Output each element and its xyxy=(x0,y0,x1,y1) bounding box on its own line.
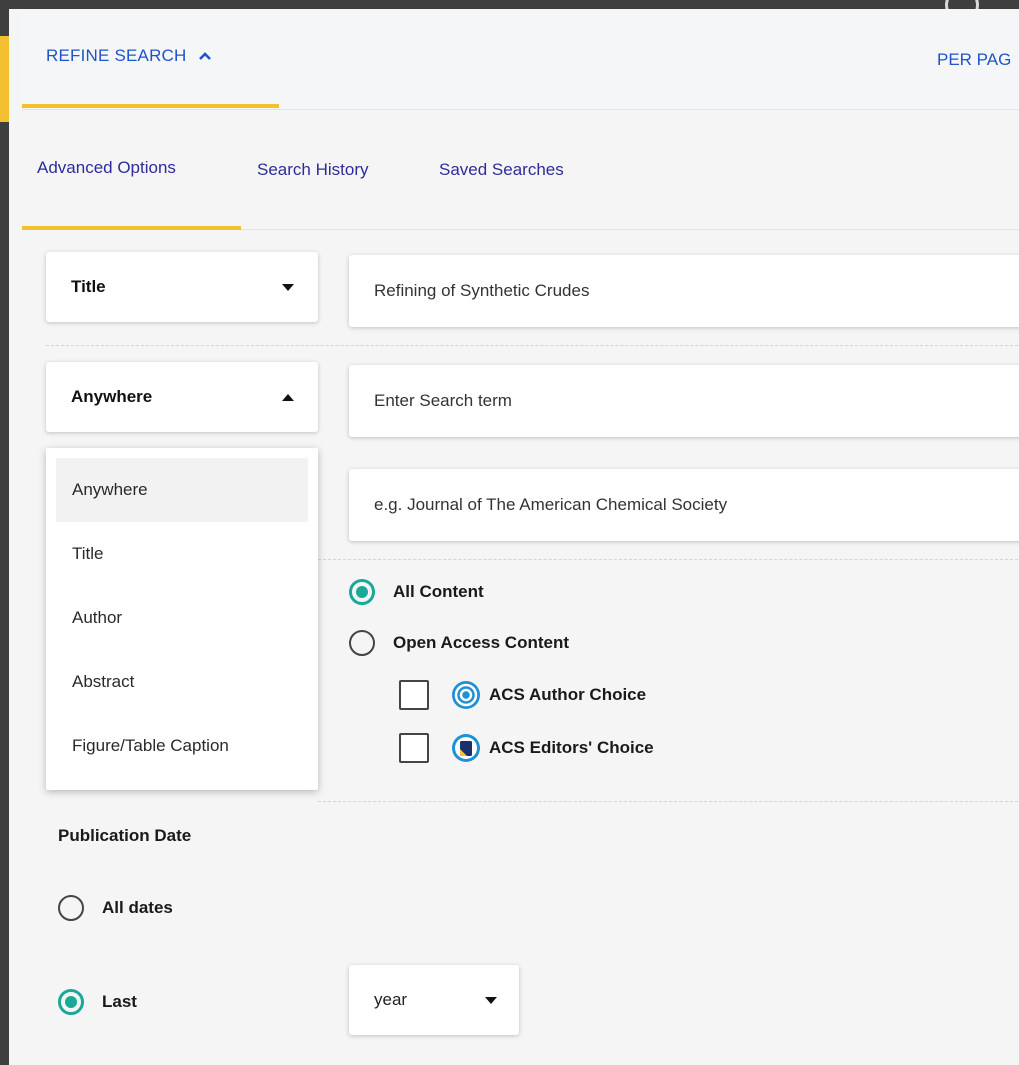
radio-all-content-label: All Content xyxy=(393,582,484,601)
field-select-row2[interactable]: Anywhere xyxy=(46,362,318,432)
left-page-gutter xyxy=(0,0,9,1065)
search-term-input-row1[interactable]: Refining of Synthetic Crudes xyxy=(349,255,1019,327)
refine-search-label: REFINE SEARCH xyxy=(46,45,187,65)
refine-header: REFINE SEARCH PER PAG xyxy=(22,9,1019,110)
journal-input[interactable]: e.g. Journal of The American Chemical So… xyxy=(349,469,1019,541)
radio-last-label: Last xyxy=(102,992,137,1011)
radio-open-access[interactable]: Open Access Content xyxy=(349,630,569,656)
field-select-row1-value: Title xyxy=(71,277,106,296)
row-divider xyxy=(318,801,1019,802)
period-unit-value: year xyxy=(374,990,408,1009)
period-unit-select[interactable]: year xyxy=(349,965,519,1035)
row-divider xyxy=(46,345,1019,346)
radio-open-access-label: Open Access Content xyxy=(393,633,570,652)
tab-advanced-options[interactable]: Advanced Options xyxy=(22,110,241,230)
author-choice-label: ACS Author Choice xyxy=(489,685,647,704)
radio-all-dates-label: All dates xyxy=(102,898,173,917)
field-select-row1[interactable]: Title xyxy=(46,252,318,322)
field-select-row2-value: Anywhere xyxy=(71,387,153,406)
dropdown-option-figure-caption[interactable]: Figure/Table Caption xyxy=(56,714,308,778)
caret-down-icon xyxy=(485,996,497,1004)
radio-all-dates-unselected[interactable] xyxy=(58,895,84,921)
refine-search-toggle[interactable]: REFINE SEARCH xyxy=(22,7,279,108)
dropdown-option-author[interactable]: Author xyxy=(56,586,308,650)
radio-last[interactable]: Last xyxy=(58,989,137,1015)
publication-date-title: Publication Date xyxy=(58,826,192,845)
checkbox-author-choice-row[interactable]: ACS Author Choice xyxy=(399,680,646,710)
radio-last-selected[interactable] xyxy=(58,989,84,1015)
per-page-link[interactable]: PER PAG xyxy=(937,9,1011,110)
acs-editors-choice-icon xyxy=(452,734,480,762)
radio-open-access-unselected[interactable] xyxy=(349,630,375,656)
search-tabs: Advanced Options Search History Saved Se… xyxy=(22,110,1019,230)
checkbox-editors-choice-row[interactable]: ACS Editors' Choice xyxy=(399,733,654,763)
dropdown-option-title[interactable]: Title xyxy=(56,522,308,586)
tab-saved-searches[interactable]: Saved Searches xyxy=(439,110,564,230)
editors-choice-label: ACS Editors' Choice xyxy=(489,738,654,757)
field-dropdown-menu: Anywhere Title Author Abstract Figure/Ta… xyxy=(46,448,318,790)
chevron-up-icon xyxy=(198,51,211,60)
row-divider xyxy=(318,559,1019,560)
caret-down-icon xyxy=(282,283,294,291)
search-term-input-row2[interactable]: Enter Search term xyxy=(349,365,1019,437)
refine-search-panel: REFINE SEARCH PER PAG Advanced Options S… xyxy=(9,9,1019,1065)
checkbox-author-choice[interactable] xyxy=(399,680,429,710)
dropdown-option-anywhere[interactable]: Anywhere xyxy=(56,458,308,522)
checkbox-editors-choice[interactable] xyxy=(399,733,429,763)
radio-all-dates[interactable]: All dates xyxy=(58,895,173,921)
acs-author-choice-icon xyxy=(452,681,480,709)
caret-up-icon xyxy=(282,393,294,401)
dropdown-option-abstract[interactable]: Abstract xyxy=(56,650,308,714)
radio-all-content-selected[interactable] xyxy=(349,579,375,605)
radio-all-content[interactable]: All Content xyxy=(349,579,484,605)
tab-search-history[interactable]: Search History xyxy=(257,110,368,230)
